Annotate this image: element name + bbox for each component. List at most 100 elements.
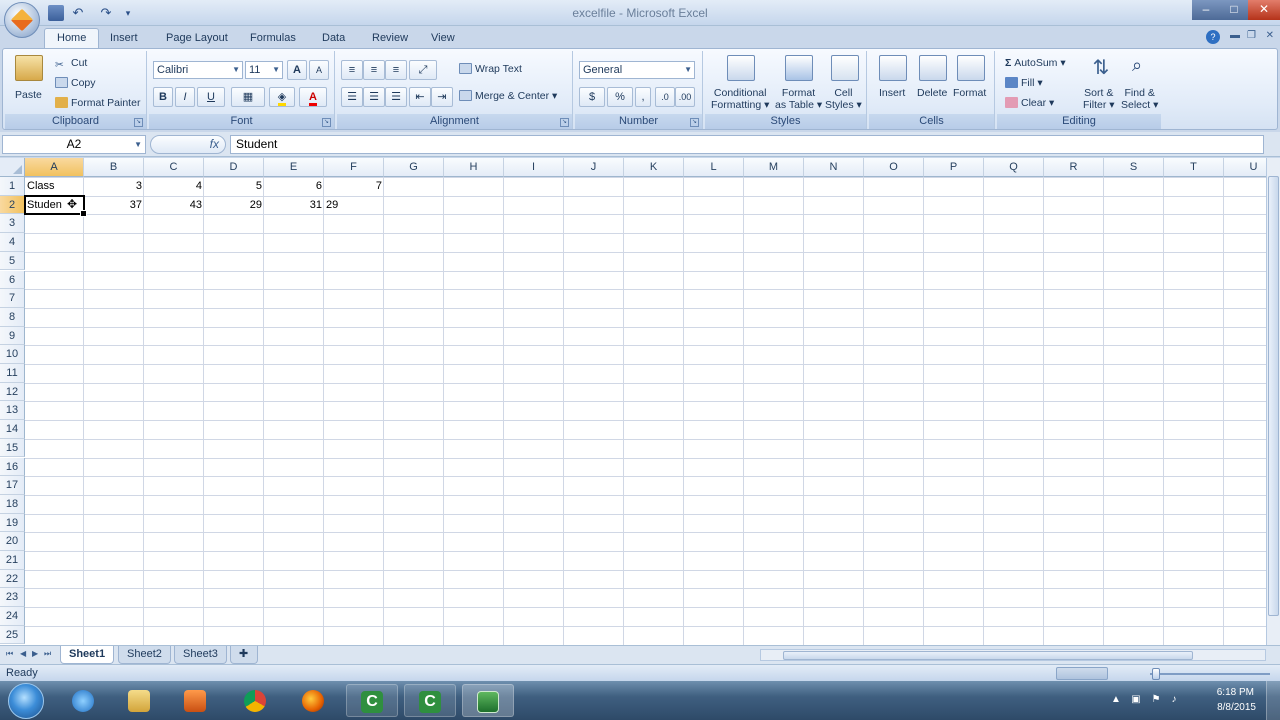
- column-header-e[interactable]: E: [264, 158, 324, 177]
- paste-button[interactable]: Paste: [15, 89, 42, 101]
- doc-minimize-icon[interactable]: ▬: [1230, 30, 1240, 41]
- row-header-18[interactable]: 18: [0, 494, 25, 514]
- font-color-button[interactable]: A: [299, 87, 327, 107]
- cell-c1[interactable]: 4: [144, 177, 204, 196]
- select-all-corner[interactable]: [0, 158, 25, 177]
- tab-page-layout[interactable]: Page Layout: [166, 29, 228, 48]
- fill-color-button[interactable]: ◈: [269, 87, 295, 107]
- increase-decimal-icon[interactable]: .0: [655, 87, 675, 107]
- prev-sheet-icon[interactable]: ◀: [20, 649, 26, 658]
- office-button[interactable]: [4, 2, 40, 38]
- align-middle-icon[interactable]: ≡: [363, 60, 385, 80]
- cell-b2[interactable]: 37: [84, 196, 144, 215]
- worksheet-grid[interactable]: ABCDEFGHIJKLMNOPQRSTU 1 2 3 4 5 6 7 8 9 10 11 12 13 1…: [0, 158, 1266, 645]
- chevron-down-icon[interactable]: ▼: [134, 136, 142, 153]
- column-header-m[interactable]: M: [744, 158, 804, 177]
- tab-home[interactable]: Home: [44, 28, 100, 49]
- percent-button[interactable]: %: [607, 87, 633, 107]
- row-header-20[interactable]: 20: [0, 532, 25, 551]
- delete-cells-button[interactable]: Delete: [917, 87, 947, 99]
- cell-a1[interactable]: Class: [25, 177, 84, 196]
- column-header-q[interactable]: Q: [984, 158, 1044, 177]
- show-desktop-button[interactable]: [1266, 681, 1280, 720]
- conditional-formatting-button[interactable]: Conditional Formatting ▾: [711, 87, 769, 111]
- row-header-13[interactable]: 13: [0, 401, 25, 421]
- increase-indent-icon[interactable]: ⇥: [431, 87, 453, 107]
- first-sheet-icon[interactable]: ⏮: [6, 649, 13, 659]
- column-header-a[interactable]: A: [25, 158, 84, 177]
- bold-button[interactable]: B: [153, 87, 173, 107]
- cell-c2[interactable]: 43: [144, 196, 204, 215]
- column-header-u[interactable]: U: [1224, 158, 1266, 177]
- taskbar-chrome[interactable]: [230, 684, 282, 717]
- volume-icon[interactable]: ♪: [1168, 694, 1180, 706]
- sheet-tab-2[interactable]: Sheet2: [118, 646, 171, 664]
- insert-sheet-button[interactable]: ✚: [230, 646, 258, 664]
- row-header-15[interactable]: 15: [0, 438, 25, 458]
- clock-time[interactable]: 6:18 PM: [1217, 687, 1254, 698]
- row-header-21[interactable]: 21: [0, 551, 25, 570]
- vertical-scrollbar[interactable]: [1266, 158, 1280, 645]
- align-top-icon[interactable]: ≡: [341, 60, 363, 80]
- format-as-table-icon[interactable]: [785, 55, 813, 81]
- number-format-select[interactable]: General ▼: [579, 61, 695, 79]
- network-icon[interactable]: ▣: [1130, 694, 1142, 706]
- close-button[interactable]: ✕: [1248, 0, 1280, 20]
- font-name-select[interactable]: Calibri ▼: [153, 61, 243, 79]
- row-header-24[interactable]: 24: [0, 607, 25, 626]
- grow-font-button[interactable]: A: [287, 60, 307, 80]
- column-header-h[interactable]: H: [444, 158, 504, 177]
- insert-function-icon[interactable]: fx: [210, 137, 219, 151]
- cell-f2[interactable]: 29: [324, 196, 384, 215]
- taskbar-media[interactable]: [170, 684, 222, 717]
- row-header-14[interactable]: 14: [0, 420, 25, 439]
- binoculars-icon[interactable]: ⌕: [1123, 55, 1151, 81]
- column-header-r[interactable]: R: [1044, 158, 1104, 177]
- format-cells-button[interactable]: Format: [953, 87, 986, 99]
- wrap-text-button[interactable]: Wrap Text: [459, 63, 522, 75]
- column-header-j[interactable]: J: [564, 158, 624, 177]
- column-header-l[interactable]: L: [684, 158, 744, 177]
- row-header-12[interactable]: 12: [0, 382, 25, 402]
- cell-e1[interactable]: 6: [264, 177, 324, 196]
- insert-cells-icon[interactable]: [879, 55, 907, 81]
- decrease-indent-icon[interactable]: ⇤: [409, 87, 431, 107]
- fill-button[interactable]: Fill ▾: [1005, 77, 1043, 89]
- row-header-25[interactable]: 25: [0, 625, 25, 645]
- name-box[interactable]: A2 ▼: [2, 135, 146, 154]
- row-header-8[interactable]: 8: [0, 307, 25, 327]
- last-sheet-icon[interactable]: ⏭: [44, 649, 51, 659]
- horizontal-scrollbar[interactable]: [760, 649, 1266, 661]
- row-header-5[interactable]: 5: [0, 251, 25, 271]
- format-painter-button[interactable]: Format Painter: [55, 97, 140, 109]
- italic-button[interactable]: I: [175, 87, 195, 107]
- column-header-k[interactable]: K: [624, 158, 684, 177]
- column-header-i[interactable]: I: [504, 158, 564, 177]
- align-center-icon[interactable]: ☰: [363, 87, 385, 107]
- tab-data[interactable]: Data: [322, 29, 345, 48]
- row-header-19[interactable]: 19: [0, 513, 25, 533]
- taskbar-ie[interactable]: [58, 684, 110, 717]
- zoom-slider-thumb[interactable]: [1152, 668, 1160, 680]
- column-header-b[interactable]: B: [84, 158, 144, 177]
- merge-center-button[interactable]: Merge & Center ▾: [459, 90, 557, 102]
- row-header-23[interactable]: 23: [0, 588, 25, 608]
- align-bottom-icon[interactable]: ≡: [385, 60, 407, 80]
- column-header-o[interactable]: O: [864, 158, 924, 177]
- column-header-t[interactable]: T: [1164, 158, 1224, 177]
- cell-d1[interactable]: 5: [204, 177, 264, 196]
- row-header-4[interactable]: 4: [0, 233, 25, 252]
- row-header-16[interactable]: 16: [0, 457, 25, 477]
- cell-d2[interactable]: 29: [204, 196, 264, 215]
- row-header-2[interactable]: 2: [0, 195, 25, 215]
- vertical-scroll-thumb[interactable]: [1268, 176, 1279, 616]
- column-header-p[interactable]: P: [924, 158, 984, 177]
- taskbar-explorer[interactable]: [114, 684, 166, 717]
- shrink-font-button[interactable]: A: [309, 60, 329, 80]
- sheet-tab-3[interactable]: Sheet3: [174, 646, 227, 664]
- font-launcher-icon[interactable]: ↘: [322, 118, 331, 127]
- insert-cells-button[interactable]: Insert: [879, 87, 905, 99]
- tab-insert[interactable]: Insert: [110, 29, 138, 48]
- taskbar-excel[interactable]: [462, 684, 514, 717]
- number-launcher-icon[interactable]: ↘: [690, 118, 699, 127]
